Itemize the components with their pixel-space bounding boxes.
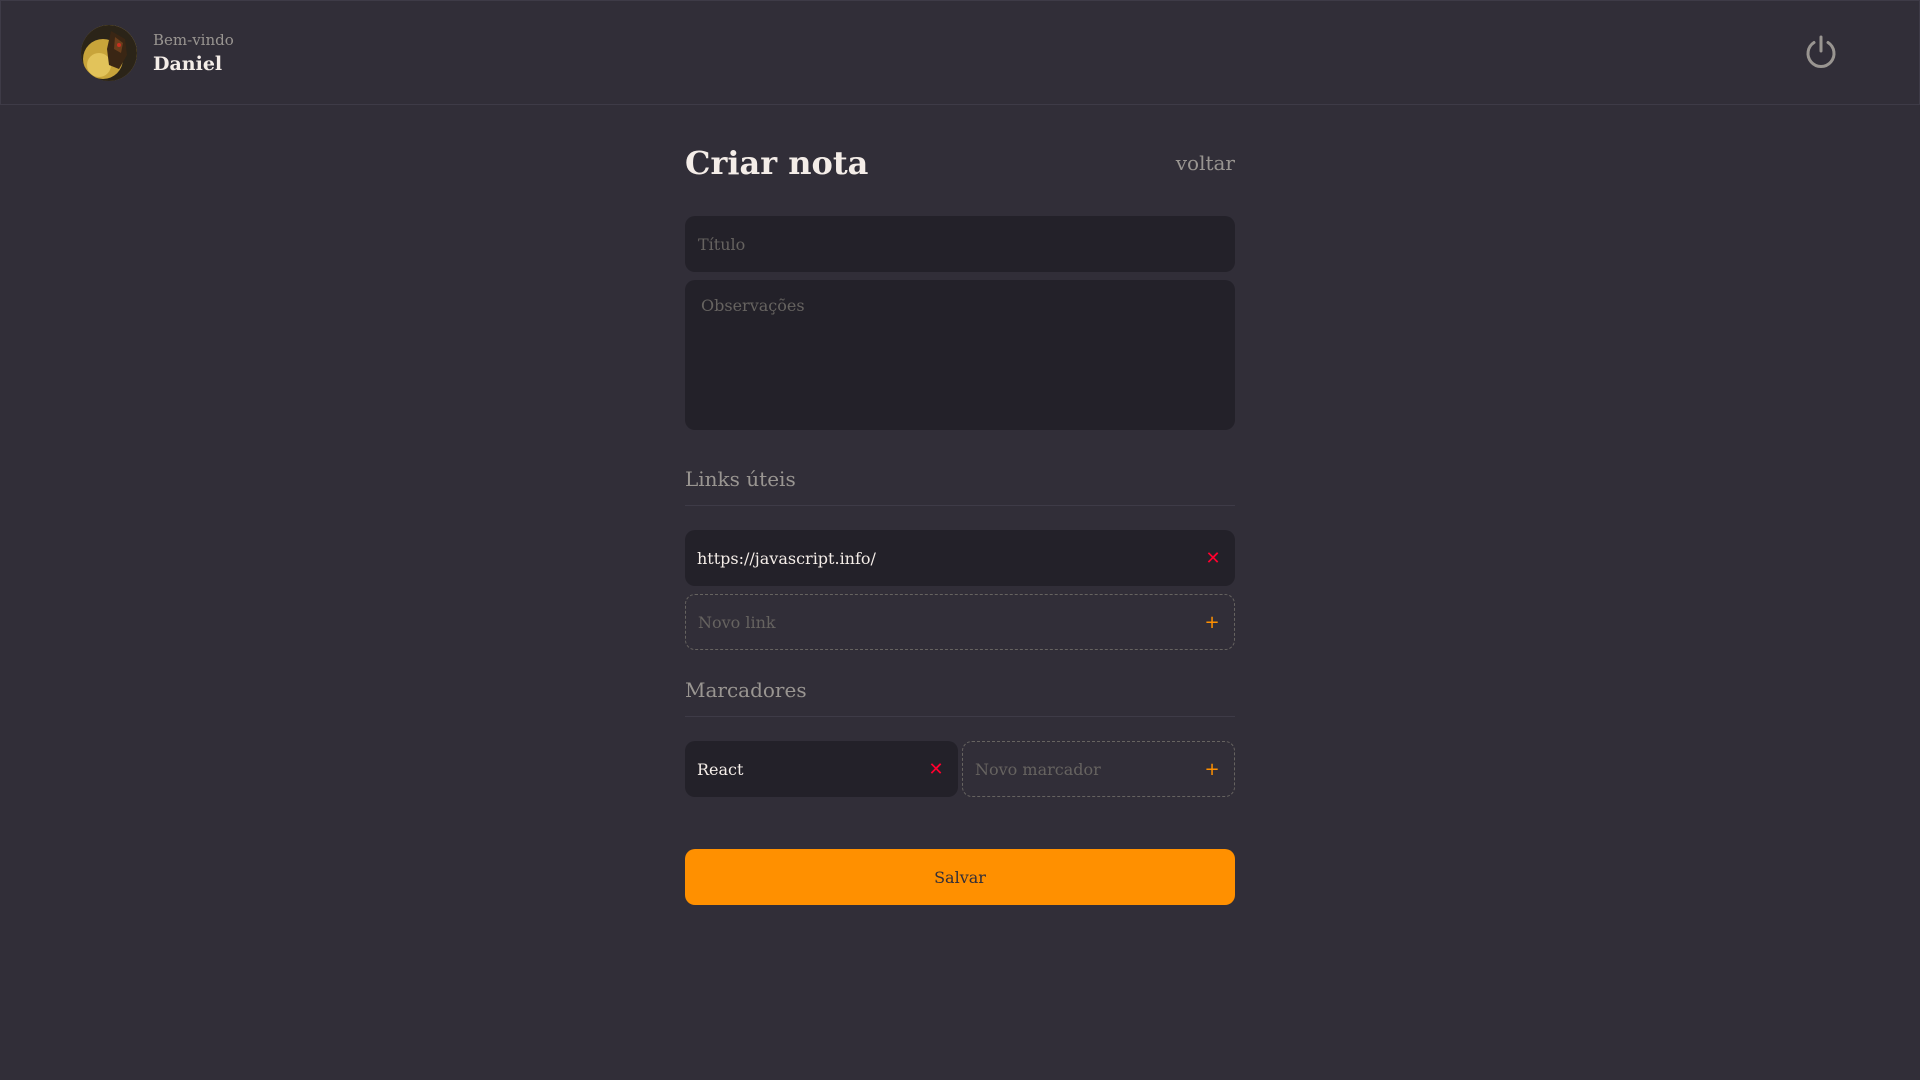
remove-link-button[interactable]: ✕ — [1203, 548, 1223, 569]
title-input[interactable] — [685, 216, 1235, 272]
remove-tag-button[interactable]: ✕ — [926, 759, 946, 780]
profile[interactable]: Bem-vindo Daniel — [81, 24, 234, 81]
save-button[interactable]: Salvar — [685, 849, 1235, 905]
username[interactable]: Daniel — [153, 53, 234, 75]
notes-textarea[interactable] — [685, 280, 1235, 430]
tags-section-title: Marcadores — [685, 678, 1235, 717]
power-icon[interactable] — [1803, 34, 1839, 70]
avatar[interactable] — [81, 24, 137, 81]
link-value: https://javascript.info/ — [697, 548, 876, 568]
link-item: https://javascript.info/ ✕ — [685, 530, 1235, 586]
links-section-title: Links úteis — [685, 467, 1235, 506]
new-link-input[interactable] — [698, 612, 1202, 632]
tags-list: React ✕ + — [685, 741, 1235, 797]
add-tag-button[interactable]: + — [1202, 759, 1222, 780]
new-tag-item: + — [962, 741, 1235, 797]
title-row: Criar nota voltar — [685, 143, 1235, 183]
tag-item: React ✕ — [685, 741, 958, 797]
back-link[interactable]: voltar — [1176, 151, 1235, 175]
new-tag-input[interactable] — [975, 759, 1202, 779]
profile-text: Bem-vindo Daniel — [153, 31, 234, 75]
add-link-button[interactable]: + — [1202, 612, 1222, 633]
create-note-form: Criar nota voltar Links úteis https://ja… — [685, 105, 1235, 905]
tag-value: React — [697, 759, 744, 779]
new-link-item: + — [685, 594, 1235, 650]
app-header: Bem-vindo Daniel — [0, 0, 1920, 105]
page-title: Criar nota — [685, 144, 869, 182]
welcome-text: Bem-vindo — [153, 30, 234, 49]
links-list: https://javascript.info/ ✕ + — [685, 530, 1235, 650]
